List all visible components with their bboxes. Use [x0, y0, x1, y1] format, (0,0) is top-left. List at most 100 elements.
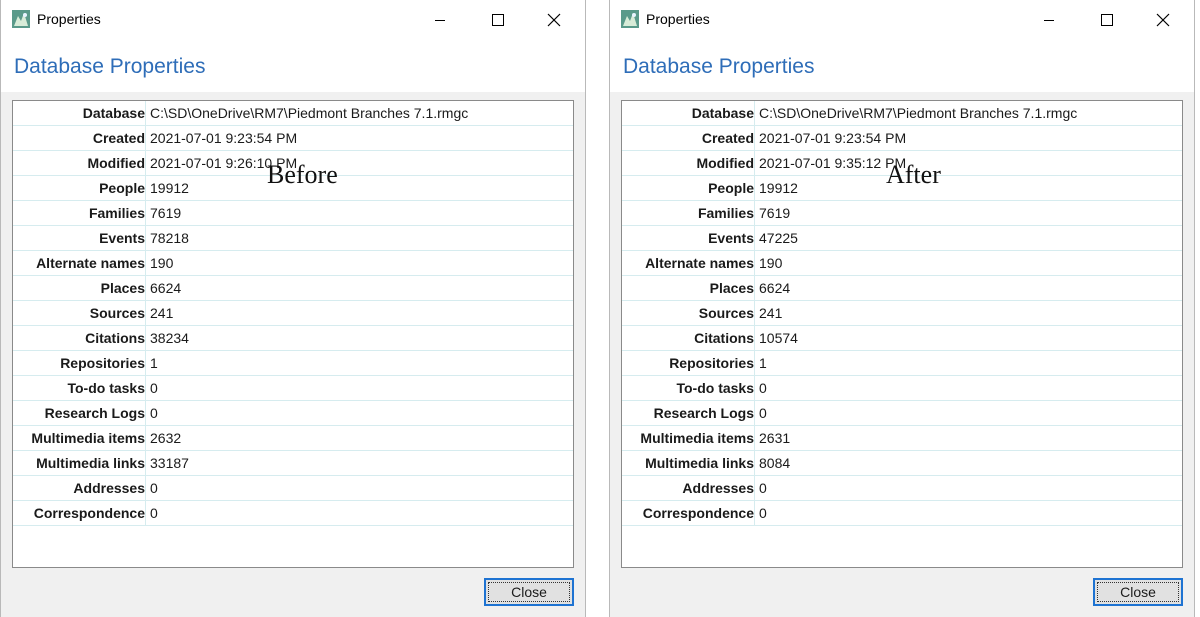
property-value: 19912: [150, 180, 189, 196]
maximize-button[interactable]: [469, 0, 527, 40]
property-row-multimedia-links: Multimedia links 8084: [622, 451, 1182, 476]
property-value: 190: [150, 255, 174, 271]
property-value: 2021-07-01 9:35:12 PM: [759, 155, 907, 171]
close-button[interactable]: Close: [1093, 578, 1183, 606]
property-value: 10574: [759, 330, 798, 346]
property-value: 7619: [759, 205, 791, 221]
app-icon: [621, 10, 639, 28]
property-row-sources: Sources 241: [13, 301, 573, 326]
property-row-citations: Citations 10574: [622, 326, 1182, 351]
property-row-database: Database C:\SD\OneDrive\RM7\Piedmont Bran…: [622, 101, 1182, 126]
property-label: Alternate names: [13, 251, 146, 275]
property-label: Families: [13, 201, 146, 225]
property-label: Addresses: [622, 476, 755, 500]
property-row-families: Families 7619: [622, 201, 1182, 226]
property-value: 2631: [759, 430, 791, 446]
after-annotation: After: [886, 160, 941, 189]
window-title: Properties: [37, 11, 101, 27]
close-icon: [547, 13, 561, 27]
property-label: Created: [13, 126, 146, 150]
property-label: People: [622, 176, 755, 200]
property-label: Modified: [13, 151, 146, 175]
property-value: 0: [150, 380, 158, 396]
property-label: Places: [13, 276, 146, 300]
property-label: People: [13, 176, 146, 200]
property-label: Families: [622, 201, 755, 225]
property-label: Citations: [13, 326, 146, 350]
close-window-button[interactable]: [525, 0, 583, 40]
property-value: 1: [759, 355, 767, 371]
property-row-created: Created 2021-07-01 9:23:54 PM: [622, 126, 1182, 151]
property-row-multimedia-items: Multimedia items 2631: [622, 426, 1182, 451]
property-label: Alternate names: [622, 251, 755, 275]
minimize-icon: [1044, 20, 1054, 21]
maximize-button[interactable]: [1078, 0, 1136, 40]
property-label: Research Logs: [13, 401, 146, 425]
minimize-button[interactable]: [411, 0, 469, 40]
property-row-alternate-names: Alternate names 190: [13, 251, 573, 276]
property-value: 1: [150, 355, 158, 371]
property-label: Correspondence: [13, 501, 146, 525]
properties-window-after: Properties Database Properties Database C…: [609, 0, 1195, 617]
dialog-heading: Database Properties: [623, 55, 815, 78]
property-row-alternate-names: Alternate names 190: [622, 251, 1182, 276]
property-label: Multimedia links: [622, 451, 755, 475]
property-label: Citations: [622, 326, 755, 350]
minimize-button[interactable]: [1020, 0, 1078, 40]
property-label: Sources: [622, 301, 755, 325]
property-row-events: Events 47225: [622, 226, 1182, 251]
app-icon: [12, 10, 30, 28]
property-row-events: Events 78218: [13, 226, 573, 251]
property-value: 241: [759, 305, 783, 321]
title-bar[interactable]: Properties: [610, 0, 1194, 40]
property-row-sources: Sources 241: [622, 301, 1182, 326]
property-value: 190: [759, 255, 783, 271]
property-value: 38234: [150, 330, 189, 346]
property-label: Database: [622, 101, 755, 125]
property-row-todo-tasks: To-do tasks 0: [622, 376, 1182, 401]
property-label: Modified: [622, 151, 755, 175]
property-value: 6624: [759, 280, 791, 296]
property-row-addresses: Addresses 0: [13, 476, 573, 501]
property-label: Events: [622, 226, 755, 250]
property-value: 0: [150, 480, 158, 496]
property-label: Created: [622, 126, 755, 150]
property-value: 6624: [150, 280, 182, 296]
before-annotation: Before: [267, 160, 338, 189]
property-value: 0: [759, 405, 767, 421]
property-label: To-do tasks: [622, 376, 755, 400]
heading-area: Database Properties: [610, 40, 1194, 92]
property-row-places: Places 6624: [622, 276, 1182, 301]
property-label: Repositories: [13, 351, 146, 375]
title-bar[interactable]: Properties: [1, 0, 585, 40]
property-row-places: Places 6624: [13, 276, 573, 301]
property-value: 7619: [150, 205, 182, 221]
property-label: Database: [13, 101, 146, 125]
close-icon: [1156, 13, 1170, 27]
property-label: Correspondence: [622, 501, 755, 525]
property-label: Sources: [13, 301, 146, 325]
property-value: 0: [759, 480, 767, 496]
property-row-families: Families 7619: [13, 201, 573, 226]
property-value: 2021-07-01 9:23:54 PM: [759, 130, 907, 146]
property-value: 2021-07-01 9:23:54 PM: [150, 130, 298, 146]
property-label: Addresses: [13, 476, 146, 500]
property-label: Multimedia items: [622, 426, 755, 450]
property-value: 33187: [150, 455, 189, 471]
property-value: 0: [759, 380, 767, 396]
property-row-todo-tasks: To-do tasks 0: [13, 376, 573, 401]
property-row-repositories: Repositories 1: [13, 351, 573, 376]
close-window-button[interactable]: [1134, 0, 1192, 40]
property-value: 0: [150, 505, 158, 521]
property-row-database: Database C:\SD\OneDrive\RM7\Piedmont Bran…: [13, 101, 573, 126]
property-value: C:\SD\OneDrive\RM7\Piedmont Branches 7.1…: [759, 105, 1078, 121]
window-title: Properties: [646, 11, 710, 27]
close-button[interactable]: Close: [484, 578, 574, 606]
heading-area: Database Properties: [1, 40, 585, 92]
property-row-addresses: Addresses 0: [622, 476, 1182, 501]
property-value: C:\SD\OneDrive\RM7\Piedmont Branches 7.1…: [150, 105, 469, 121]
property-value: 47225: [759, 230, 798, 246]
property-value: 241: [150, 305, 174, 321]
property-label: Places: [622, 276, 755, 300]
property-label: Repositories: [622, 351, 755, 375]
